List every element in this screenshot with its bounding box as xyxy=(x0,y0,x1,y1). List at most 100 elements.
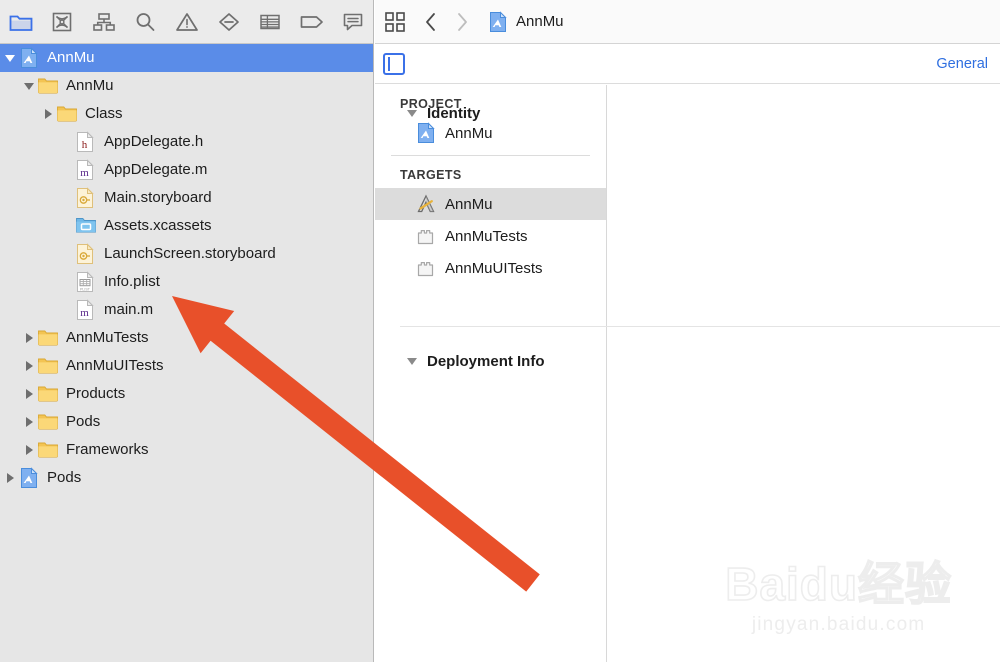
app-target-icon xyxy=(415,193,437,215)
tree-row[interactable]: m AppDelegate.m xyxy=(0,156,373,184)
test-diamond-icon[interactable] xyxy=(208,0,250,44)
tree-row-label: Class xyxy=(85,105,123,122)
test-target-icon xyxy=(415,257,437,279)
svg-text:PLIST: PLIST xyxy=(80,288,91,292)
settings-tabs[interactable]: General xyxy=(924,44,1000,84)
xcodeproj-icon xyxy=(18,47,40,69)
navigator-toggle-icon[interactable] xyxy=(383,52,405,75)
tree-row[interactable]: Frameworks xyxy=(0,436,373,464)
target-list[interactable]: AnnMu AnnMuTests AnnMuUITests xyxy=(375,188,606,284)
test-target-icon xyxy=(415,225,437,247)
xcode-window: AnnMu AnnMu Class h AppDelegate.h m AppDelegat… xyxy=(0,0,1000,662)
tree-row-label: AnnMuUITests xyxy=(66,357,164,374)
tree-row[interactable]: Assets.xcassets xyxy=(0,212,373,240)
storyboard-icon xyxy=(75,243,97,265)
project-navigator-panel: AnnMu AnnMu Class h AppDelegate.h m AppDelegat… xyxy=(0,0,374,662)
tree-row[interactable]: Pods xyxy=(0,464,373,492)
tree-row-label: LaunchScreen.storyboard xyxy=(104,245,276,262)
chevron-left-icon[interactable] xyxy=(415,0,446,44)
tree-row[interactable]: AnnMu xyxy=(0,44,373,72)
section-identity[interactable]: Identity xyxy=(407,105,480,122)
targets-group-header: TARGETS xyxy=(400,168,462,182)
tree-row[interactable]: h AppDelegate.h xyxy=(0,128,373,156)
chevron-right-icon[interactable] xyxy=(446,0,477,44)
tree-row[interactable]: PLIST Info.plist xyxy=(0,268,373,296)
target-row-label: AnnMuUITests xyxy=(445,259,543,277)
editor-area: AnnMu General PROJECT AnnMu TARGETS AnnM… xyxy=(375,0,1000,662)
grid-squares-icon[interactable] xyxy=(375,0,415,44)
chevron-down-icon xyxy=(407,358,417,365)
chevron-right-icon[interactable] xyxy=(2,464,18,492)
chevron-right-icon[interactable] xyxy=(21,380,37,408)
target-row[interactable]: AnnMuUITests xyxy=(375,252,606,284)
section-deployment-info-title: Deployment Info xyxy=(427,353,545,370)
jump-bar: AnnMu xyxy=(375,0,1000,44)
plist-icon: PLIST xyxy=(75,271,97,293)
svg-text:m: m xyxy=(80,167,89,179)
svg-text:m: m xyxy=(80,307,89,319)
chevron-right-icon[interactable] xyxy=(21,436,37,464)
tree-row-label: AnnMu xyxy=(47,49,95,66)
report-bubble-icon[interactable] xyxy=(333,0,374,44)
section-deployment-info[interactable]: Deployment Info xyxy=(407,353,545,370)
tree-row[interactable]: AnnMuUITests xyxy=(0,352,373,380)
xcassets-icon xyxy=(75,215,97,237)
target-row-label: AnnMu xyxy=(445,195,493,213)
xcodeproj-icon xyxy=(487,10,509,33)
tree-row[interactable]: Products xyxy=(0,380,373,408)
search-icon[interactable] xyxy=(125,0,167,44)
tree-row-label: AppDelegate.h xyxy=(104,133,204,150)
folder-yellow-icon xyxy=(37,75,59,97)
folder-yellow-icon xyxy=(37,383,59,405)
tree-row-label: main.m xyxy=(104,301,154,318)
tree-row-label: Info.plist xyxy=(104,273,160,290)
target-row[interactable]: AnnMuTests xyxy=(375,220,606,252)
breakpoint-tag-icon[interactable] xyxy=(291,0,333,44)
tree-row-label: Pods xyxy=(66,413,101,430)
tab-general[interactable]: General xyxy=(924,56,1000,72)
chevron-right-icon[interactable] xyxy=(21,352,37,380)
tree-row[interactable]: Class xyxy=(0,100,373,128)
project-row-label: AnnMu xyxy=(445,124,493,142)
chevron-down-icon xyxy=(407,110,417,117)
tree-row[interactable]: Main.storyboard xyxy=(0,184,373,212)
chevron-right-icon[interactable] xyxy=(21,324,37,352)
chevron-right-icon[interactable] xyxy=(40,100,56,128)
tree-row-label: AnnMu xyxy=(66,77,114,94)
symbol-hierarchy-icon[interactable] xyxy=(83,0,125,44)
tree-row-label: Main.storyboard xyxy=(104,189,212,206)
debug-list-icon[interactable] xyxy=(249,0,291,44)
jump-bar-document[interactable]: AnnMu xyxy=(487,10,564,33)
section-divider xyxy=(400,326,1000,327)
folder-yellow-icon xyxy=(37,439,59,461)
xcodeproj-icon xyxy=(415,122,437,144)
svg-text:h: h xyxy=(82,139,88,151)
chevron-down-icon[interactable] xyxy=(2,44,18,72)
chevron-right-icon[interactable] xyxy=(21,408,37,436)
source-control-icon[interactable] xyxy=(42,0,84,44)
source-m-icon: m xyxy=(75,159,97,181)
folder-yellow-icon xyxy=(37,411,59,433)
tree-row[interactable]: AnnMuTests xyxy=(0,324,373,352)
folder-yellow-icon xyxy=(56,103,78,125)
tree-row[interactable]: Pods xyxy=(0,408,373,436)
navigator-file-tree[interactable]: AnnMu AnnMu Class h AppDelegate.h m AppDelegat… xyxy=(0,44,373,662)
target-row[interactable]: AnnMu xyxy=(375,188,606,220)
warning-triangle-icon[interactable] xyxy=(166,0,208,44)
navigator-toolbar xyxy=(0,0,374,44)
project-targets-pane: PROJECT AnnMu TARGETS AnnMu AnnMuTests Ann… xyxy=(375,85,607,662)
chevron-down-icon[interactable] xyxy=(21,72,37,100)
folder-icon[interactable] xyxy=(0,0,42,44)
tree-row[interactable]: LaunchScreen.storyboard xyxy=(0,240,373,268)
jump-bar-document-label: AnnMu xyxy=(516,13,564,30)
tree-row-label: Products xyxy=(66,385,126,402)
tree-row[interactable]: AnnMu xyxy=(0,72,373,100)
header-h-icon: h xyxy=(75,131,97,153)
tree-row[interactable]: m main.m xyxy=(0,296,373,324)
